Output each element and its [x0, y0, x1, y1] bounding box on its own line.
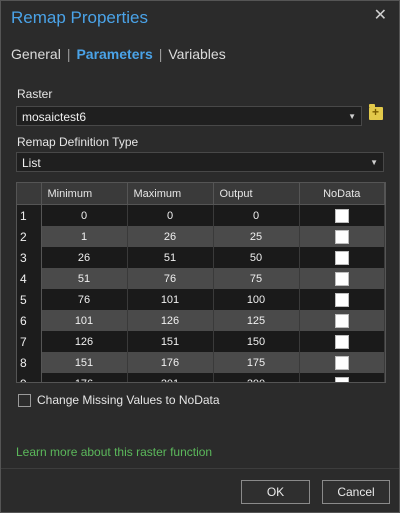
add-raster-folder-icon[interactable]: + [369, 104, 383, 120]
table-row: 7 126 151 150 [17, 331, 385, 352]
nodata-checkbox[interactable] [334, 208, 349, 223]
output-cell[interactable]: 125 [213, 310, 300, 331]
output-cell[interactable]: 25 [213, 226, 300, 247]
minimum-cell[interactable]: 76 [41, 289, 128, 310]
nodata-checkbox[interactable] [334, 334, 349, 349]
table-row: 8 151 176 175 [17, 352, 385, 373]
close-icon[interactable]: ✕ [374, 8, 387, 24]
nodata-cell [299, 352, 385, 373]
nodata-checkbox[interactable] [334, 376, 349, 382]
minimum-cell[interactable]: 101 [41, 310, 128, 331]
raster-label: Raster [17, 87, 53, 101]
table-row: 5 76 101 100 [17, 289, 385, 310]
tab-strip: General | Parameters | Variables [11, 46, 226, 62]
table-row: 9 176 201 200 [17, 373, 385, 382]
nodata-cell [299, 226, 385, 247]
minimum-cell[interactable]: 0 [41, 204, 128, 226]
output-cell[interactable]: 175 [213, 352, 300, 373]
output-cell[interactable]: 0 [213, 204, 300, 226]
column-header-minimum[interactable]: Minimum [41, 183, 128, 205]
remap-table: Minimum Maximum Output NoData 1 0 0 0 2 … [16, 182, 386, 383]
table-row: 4 51 76 75 [17, 268, 385, 289]
change-missing-values-checkbox[interactable] [18, 393, 31, 407]
tab-divider: | [66, 46, 71, 62]
row-number: 1 [17, 204, 42, 226]
nodata-cell [299, 373, 385, 382]
nodata-cell [299, 268, 385, 289]
nodata-checkbox[interactable] [334, 292, 349, 307]
nodata-cell [299, 310, 385, 331]
output-cell[interactable]: 50 [213, 247, 300, 268]
minimum-cell[interactable]: 26 [41, 247, 128, 268]
chevron-down-icon: ▼ [348, 112, 356, 121]
output-cell[interactable]: 150 [213, 331, 300, 352]
maximum-cell[interactable]: 176 [127, 352, 214, 373]
column-header-nodata[interactable]: NoData [299, 183, 385, 205]
nodata-cell [299, 289, 385, 310]
row-number: 9 [17, 373, 42, 382]
column-header-maximum[interactable]: Maximum [127, 183, 214, 205]
minimum-cell[interactable]: 1 [41, 226, 128, 247]
learn-more-link[interactable]: Learn more about this raster function [16, 445, 212, 459]
maximum-cell[interactable]: 76 [127, 268, 214, 289]
maximum-cell[interactable]: 101 [127, 289, 214, 310]
maximum-cell[interactable]: 201 [127, 373, 214, 382]
remap-type-label: Remap Definition Type [17, 135, 139, 149]
row-number: 5 [17, 289, 42, 310]
column-header-output[interactable]: Output [213, 183, 300, 205]
table-header-row: Minimum Maximum Output NoData [17, 183, 385, 205]
output-cell[interactable]: 75 [213, 268, 300, 289]
table-row: 1 0 0 0 [17, 204, 385, 226]
ok-button[interactable]: OK [241, 480, 310, 504]
maximum-cell[interactable]: 0 [127, 204, 214, 226]
change-missing-values-option[interactable]: Change Missing Values to NoData [18, 393, 220, 407]
raster-dropdown[interactable]: mosaictest6 ▼ [16, 106, 362, 126]
minimum-cell[interactable]: 51 [41, 268, 128, 289]
row-number: 3 [17, 247, 42, 268]
table-row: 3 26 51 50 [17, 247, 385, 268]
row-number: 8 [17, 352, 42, 373]
maximum-cell[interactable]: 126 [127, 310, 214, 331]
tab-divider: | [158, 46, 163, 62]
output-cell[interactable]: 100 [213, 289, 300, 310]
cancel-button[interactable]: Cancel [322, 480, 390, 504]
nodata-checkbox[interactable] [334, 271, 349, 286]
row-number-header [17, 183, 42, 205]
maximum-cell[interactable]: 51 [127, 247, 214, 268]
nodata-cell [299, 247, 385, 268]
remap-type-dropdown[interactable]: List ▼ [16, 152, 384, 172]
row-number: 6 [17, 310, 42, 331]
nodata-cell [299, 331, 385, 352]
remap-properties-dialog: Remap Properties ✕ General | Parameters … [0, 0, 400, 513]
change-missing-values-label: Change Missing Values to NoData [37, 393, 220, 407]
tab-parameters[interactable]: Parameters [76, 46, 152, 62]
nodata-checkbox[interactable] [334, 355, 349, 370]
maximum-cell[interactable]: 151 [127, 331, 214, 352]
chevron-down-icon: ▼ [370, 158, 378, 167]
minimum-cell[interactable]: 176 [41, 373, 128, 382]
nodata-checkbox[interactable] [334, 313, 349, 328]
table-row: 2 1 26 25 [17, 226, 385, 247]
nodata-checkbox[interactable] [334, 250, 349, 265]
maximum-cell[interactable]: 26 [127, 226, 214, 247]
minimum-cell[interactable]: 126 [41, 331, 128, 352]
nodata-checkbox[interactable] [334, 229, 349, 244]
row-number: 4 [17, 268, 42, 289]
output-cell[interactable]: 200 [213, 373, 300, 382]
tab-variables[interactable]: Variables [168, 46, 225, 62]
raster-value: mosaictest6 [22, 110, 87, 124]
nodata-cell [299, 204, 385, 226]
tab-general[interactable]: General [11, 46, 61, 62]
row-number: 7 [17, 331, 42, 352]
table-row: 6 101 126 125 [17, 310, 385, 331]
minimum-cell[interactable]: 151 [41, 352, 128, 373]
title-bar: Remap Properties ✕ [1, 1, 399, 37]
dialog-title: Remap Properties [11, 8, 149, 27]
row-number: 2 [17, 226, 42, 247]
remap-type-value: List [22, 156, 41, 170]
footer-divider [1, 468, 399, 469]
